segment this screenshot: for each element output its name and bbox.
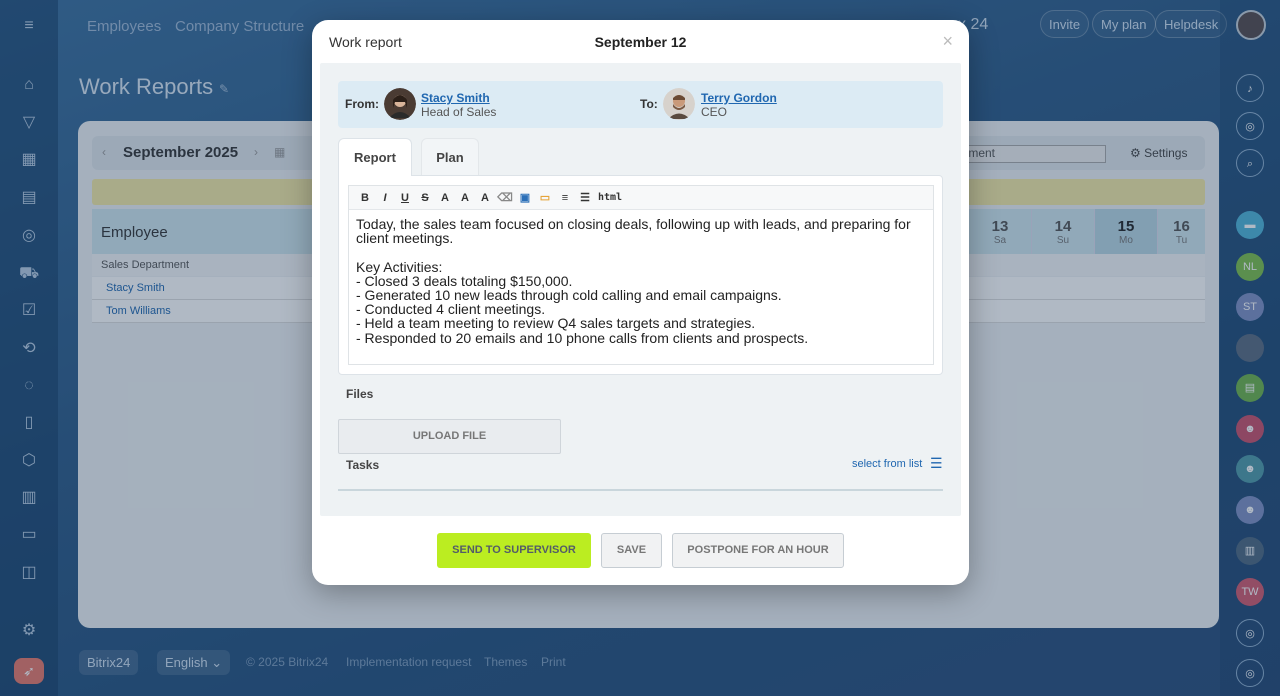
- report-panel: B I U S A A A ⌫ ▣ ▭ ≡ ☰ html Today, the …: [338, 175, 943, 375]
- report-text[interactable]: Today, the sales team focused on closing…: [349, 210, 933, 352]
- recipient-avatar[interactable]: [663, 88, 695, 120]
- text-color-button[interactable]: A: [435, 192, 455, 204]
- select-from-list-link[interactable]: select from list: [852, 458, 922, 470]
- sender-name[interactable]: Stacy Smith: [421, 91, 490, 105]
- bullet-list-button[interactable]: ☰: [575, 191, 595, 204]
- recipient-name[interactable]: Terry Gordon: [701, 91, 777, 105]
- image-button[interactable]: ▣: [515, 191, 535, 204]
- table-button[interactable]: ▭: [535, 191, 555, 204]
- from-label: From:: [345, 97, 379, 111]
- sender-role: Head of Sales: [421, 105, 497, 119]
- font-size-button[interactable]: A: [455, 192, 475, 204]
- editor-toolbar: B I U S A A A ⌫ ▣ ▭ ≡ ☰ html: [349, 186, 933, 210]
- files-label: Files: [346, 387, 374, 401]
- list-icon[interactable]: ☰: [930, 455, 943, 472]
- upload-file-button[interactable]: UPLOAD FILE: [338, 419, 561, 454]
- dialog-body: From: Stacy Smith Head of Sales To: Terr…: [320, 63, 961, 516]
- font-family-button[interactable]: A: [475, 192, 495, 204]
- close-icon[interactable]: ×: [942, 31, 953, 52]
- tasks-divider: [338, 489, 943, 491]
- underline-button[interactable]: U: [395, 192, 415, 204]
- report-editor[interactable]: B I U S A A A ⌫ ▣ ▭ ≡ ☰ html Today, the …: [348, 185, 934, 365]
- report-date: September 12: [594, 34, 687, 50]
- work-report-dialog: Work report September 12 × From: Stacy S…: [312, 20, 969, 585]
- tab-report[interactable]: Report: [338, 138, 412, 176]
- postpone-button[interactable]: POSTPONE FOR AN HOUR: [672, 533, 844, 568]
- from-to-panel: From: Stacy Smith Head of Sales To: Terr…: [338, 81, 943, 128]
- numbered-list-button[interactable]: ≡: [555, 192, 575, 204]
- bold-button[interactable]: B: [355, 192, 375, 204]
- tasks-label: Tasks: [346, 458, 380, 472]
- sender-avatar[interactable]: [384, 88, 416, 120]
- save-button[interactable]: SAVE: [601, 533, 662, 568]
- send-to-supervisor-button[interactable]: SEND TO SUPERVISOR: [437, 533, 591, 568]
- eraser-button[interactable]: ⌫: [495, 191, 515, 204]
- strikethrough-button[interactable]: S: [415, 192, 435, 204]
- tab-plan[interactable]: Plan: [421, 138, 479, 176]
- italic-button[interactable]: I: [375, 192, 395, 204]
- to-label: To:: [640, 97, 658, 111]
- recipient-role: CEO: [701, 105, 728, 119]
- html-mode-button[interactable]: html: [595, 192, 625, 203]
